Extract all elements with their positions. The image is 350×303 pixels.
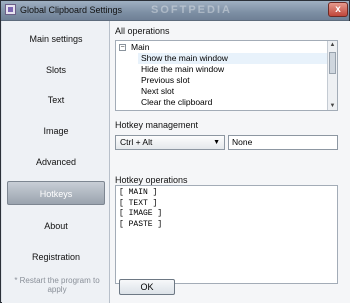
hotkey-management-label: Hotkey management [115, 120, 199, 130]
hotkey-operations-textarea[interactable]: [ MAIN ] [ TEXT ] [ IMAGE ] [ PASTE ] [115, 185, 338, 284]
nav-advanced[interactable]: Advanced [7, 150, 105, 174]
nav-slots[interactable]: Slots [7, 58, 105, 82]
hotkey-operations-label: Hotkey operations [115, 175, 188, 185]
nav-hotkeys[interactable]: Hotkeys [7, 181, 105, 205]
tree-item-clear-clipboard[interactable]: Clear the clipboard [141, 97, 212, 108]
tree-item-hide-main-window[interactable]: Hide the main window [141, 64, 224, 75]
all-operations-label: All operations [115, 26, 170, 36]
nav-image[interactable]: Image [7, 119, 105, 143]
ops-line: [ TEXT ] [119, 198, 158, 208]
tree-node-main[interactable]: − Main [116, 42, 328, 53]
nav-registration[interactable]: Registration [7, 245, 105, 269]
title-bar[interactable]: Global Clipboard Settings SOFTPEDIA x [1, 1, 349, 21]
close-button[interactable]: x [328, 2, 348, 17]
collapse-icon[interactable]: − [119, 44, 126, 51]
chevron-down-icon: ▼ [213, 139, 220, 146]
ops-line: [ IMAGE ] [119, 209, 163, 218]
tree-item-next-slot[interactable]: Next slot [141, 86, 174, 97]
clipboard-app-icon [5, 4, 16, 15]
settings-window: Global Clipboard Settings SOFTPEDIA x Ma… [0, 0, 350, 303]
settings-sidebar: Main settings Slots Text Image Advanced … [2, 21, 110, 303]
scroll-down-icon[interactable]: ▼ [329, 102, 336, 110]
hotkey-key-field[interactable]: None [228, 135, 338, 150]
scroll-thumb[interactable] [329, 52, 336, 74]
restart-note: * Restart the program to apply [14, 276, 100, 294]
tree-node-label: Main [131, 42, 150, 52]
operations-tree[interactable]: − Main Show the main window Hide the mai… [115, 40, 338, 111]
modifier-select[interactable]: Ctrl + Alt ▼ [115, 135, 225, 150]
hotkeys-panel: All operations − Main Show the main wind… [110, 21, 350, 303]
tree-scrollbar[interactable]: ▲ ▼ [327, 41, 337, 110]
window-title: Global Clipboard Settings [20, 5, 123, 15]
tree-item-show-main-window[interactable]: Show the main window [138, 53, 331, 64]
modifier-value: Ctrl + Alt [120, 137, 153, 147]
tree-item-previous-slot[interactable]: Previous slot [141, 75, 190, 86]
scroll-up-icon[interactable]: ▲ [329, 41, 336, 49]
watermark: SOFTPEDIA [151, 4, 232, 16]
ok-button[interactable]: OK [119, 279, 175, 295]
ops-line: [ MAIN ] [119, 188, 158, 197]
nav-main-settings[interactable]: Main settings [7, 27, 105, 51]
ops-line: [ PASTE ] [119, 219, 163, 229]
nav-about[interactable]: About [7, 214, 105, 238]
nav-text[interactable]: Text [7, 88, 105, 112]
